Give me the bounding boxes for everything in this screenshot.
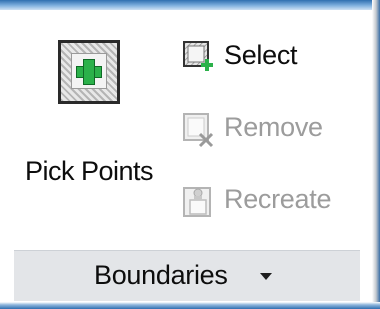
remove-boundary-icon [183,113,214,148]
pick-points-label: Pick Points [24,156,154,186]
boundaries-panel-window: Pick Points Select Remove Recreate Bound… [0,0,380,309]
boundaries-panel: Pick Points Select Remove Recreate Bound… [0,10,372,302]
pick-points-icon [58,40,120,104]
plus-vertical [83,59,95,85]
caret-down-icon[interactable] [260,273,272,280]
right-border [372,0,380,309]
select-objects-icon [183,41,213,71]
select-label: Select [224,40,298,70]
panel-title-bar[interactable]: Boundaries [14,250,360,301]
pick-points-button[interactable]: Pick Points [8,28,168,198]
remove-label: Remove [224,112,323,142]
recreate-boundary-icon [183,187,211,217]
recreate-button[interactable]: Recreate [178,178,348,228]
panel-title: Boundaries [94,260,228,290]
top-border [0,0,380,10]
select-button[interactable]: Select [178,34,348,84]
bottom-border [0,302,380,309]
remove-button[interactable]: Remove [178,106,348,156]
recreate-label: Recreate [224,184,332,214]
